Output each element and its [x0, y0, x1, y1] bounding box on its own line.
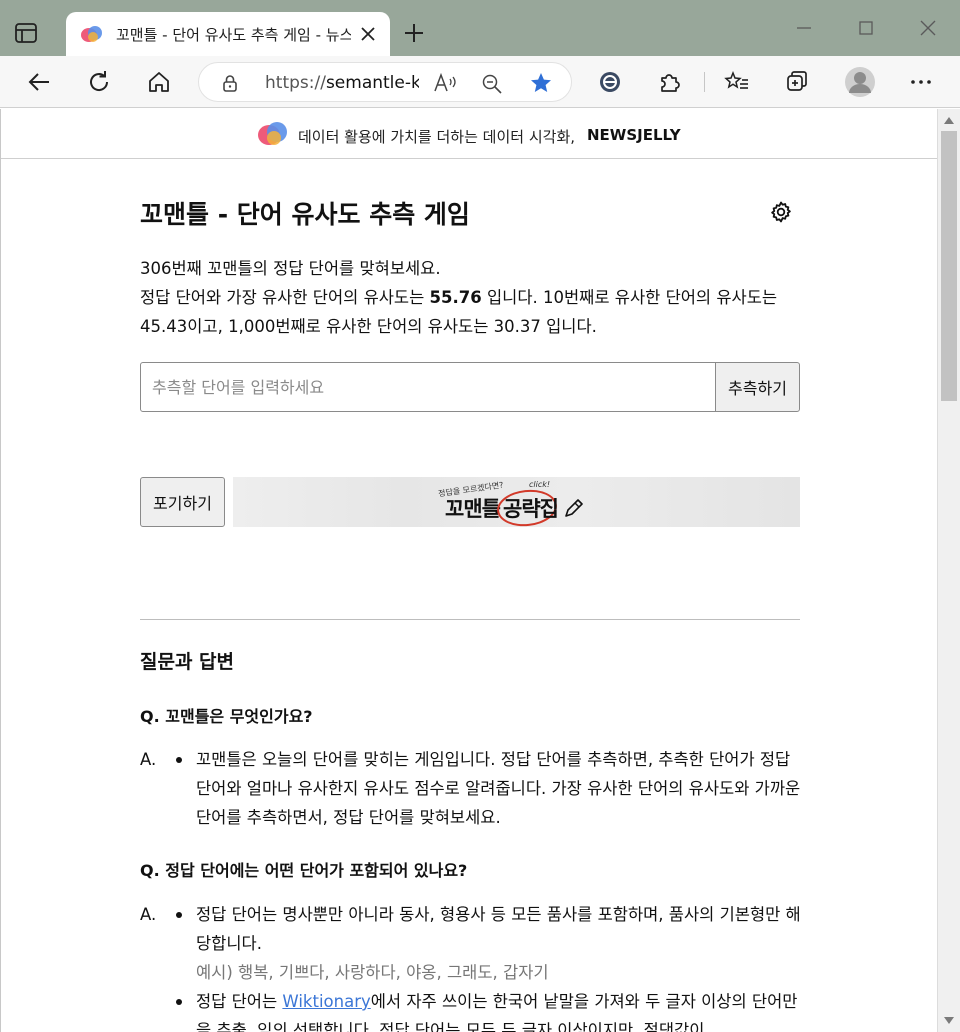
new-tab-plus-icon[interactable] — [402, 21, 426, 45]
ad-click-text: click! — [529, 480, 551, 489]
home-icon[interactable] — [146, 69, 172, 95]
page-title: 꼬맨틀 - 단어 유사도 추측 게임 — [140, 200, 470, 229]
give-up-button[interactable]: 포기하기 — [140, 477, 225, 527]
intro-line-2: 정답 단어와 가장 유사한 단어의 유사도는 55.76 입니다. 10번째로 … — [140, 283, 802, 341]
extension-e-icon[interactable] — [597, 69, 623, 95]
active-tab[interactable]: 꼬맨틀 - 단어 유사도 추측 게임 - 뉴스젤리 — [66, 12, 390, 56]
faq-heading: 질문과 답변 — [140, 651, 235, 673]
bullet-dot — [176, 999, 182, 1005]
url-scheme: https:// — [265, 73, 326, 93]
wiktionary-link[interactable]: Wiktionary — [282, 992, 370, 1011]
tab-title: 꼬맨틀 - 단어 유사도 추측 게임 - 뉴스젤리 — [116, 26, 351, 44]
ad-title-part2: 공략집 — [503, 497, 559, 521]
zoom-out-icon[interactable] — [481, 73, 503, 95]
section-divider — [140, 619, 800, 620]
newsjelly-banner[interactable]: 데이터 활용에 가치를 더하는 데이터 시각화, NEWSJELLY — [1, 109, 937, 159]
faq-answer-list-1: 꼬맨틀은 오늘의 단어를 맞히는 게임입니다. 정답 단어를 추측하면, 추측한… — [176, 745, 804, 832]
tab-bar: 꼬맨틀 - 단어 유사도 추측 게임 - 뉴스젤리 — [0, 0, 960, 56]
faq-answer-mark-1: A. — [140, 750, 157, 769]
favorites-list-icon[interactable] — [724, 69, 750, 95]
collections-icon[interactable] — [784, 69, 810, 95]
favorite-star-icon[interactable] — [529, 71, 553, 95]
faq-example-text: 예시) 행복, 기쁘다, 사랑하다, 야옹, 그래도, 갑자기 — [196, 963, 549, 982]
tab-actions-icon[interactable] — [14, 22, 38, 44]
settings-more-icon[interactable] — [908, 69, 934, 95]
intro-text: 306번째 꼬맨틀의 정답 단어를 맞혀보세요. 정답 단어와 가장 유사한 단… — [140, 254, 802, 341]
bullet-dot — [176, 757, 182, 763]
faq-answer-text-start: 정답 단어는 — [196, 992, 283, 1011]
newsjelly-favicon-icon — [81, 26, 102, 42]
address-bar[interactable]: https://semantle-ko.newsjelly.io — [198, 62, 572, 102]
back-arrow-icon[interactable] — [26, 69, 52, 95]
scroll-up-arrow-icon[interactable] — [944, 117, 954, 124]
top-similarity-value: 55.76 — [429, 288, 482, 307]
intro-line-2-start: 정답 단어와 가장 유사한 단어의 유사도는 — [140, 288, 430, 307]
pencil-icon — [565, 499, 583, 517]
strategy-guide-banner[interactable]: 정답을 모르겠다면? click! 꼬맨틀 공략집 — [233, 477, 800, 530]
toolbar-separator — [704, 72, 705, 92]
extensions-puzzle-icon[interactable] — [657, 69, 683, 95]
profile-avatar-icon[interactable] — [844, 66, 876, 98]
refresh-icon[interactable] — [86, 69, 112, 95]
list-item: 정답 단어는 명사뿐만 아니라 동사, 형용사 등 모든 품사를 포함하며, 품… — [176, 900, 804, 987]
list-item: 정답 단어는 Wiktionary에서 자주 쓰이는 한국어 낱말을 가져와 두… — [176, 987, 804, 1032]
intro-line-1: 306번째 꼬맨틀의 정답 단어를 맞혀보세요. — [140, 259, 441, 278]
banner-text: 데이터 활용에 가치를 더하는 데이터 시각화, — [298, 128, 576, 146]
scroll-down-arrow-icon[interactable] — [944, 1017, 954, 1024]
scrollbar-thumb[interactable] — [941, 131, 957, 401]
vertical-scrollbar[interactable] — [937, 109, 960, 1032]
guess-button[interactable]: 추측하기 — [715, 362, 800, 412]
bullet-dot — [176, 912, 182, 918]
settings-gear-icon[interactable] — [769, 200, 793, 224]
faq-question-2: Q. 정답 단어에는 어떤 단어가 포함되어 있나요? — [140, 861, 468, 880]
faq-answer-list-2: 정답 단어는 명사뿐만 아니라 동사, 형용사 등 모든 품사를 포함하며, 품… — [176, 900, 804, 1032]
faq-answer-mark-2: A. — [140, 905, 157, 924]
banner-brand: NEWSJELLY — [587, 126, 681, 144]
read-aloud-icon[interactable] — [433, 72, 457, 94]
lock-icon[interactable] — [221, 74, 239, 92]
tab-close-icon[interactable] — [358, 24, 378, 44]
url-host: semantle-ko.newsjelly.io — [325, 73, 419, 93]
list-item: 꼬맨틀은 오늘의 단어를 맞히는 게임입니다. 정답 단어를 추측하면, 추측한… — [176, 745, 804, 832]
window-minimize-icon[interactable] — [792, 16, 816, 40]
browser-toolbar: https://semantle-ko.newsjelly.io — [0, 56, 960, 108]
window-maximize-icon[interactable] — [854, 16, 878, 40]
web-page: 데이터 활용에 가치를 더하는 데이터 시각화, NEWSJELLY 꼬맨틀 -… — [0, 109, 937, 1032]
window-close-icon[interactable] — [916, 16, 940, 40]
faq-question-1: Q. 꼬맨틀은 무엇인가요? — [140, 707, 313, 726]
faq-answer-text: 꼬맨틀은 오늘의 단어를 맞히는 게임입니다. 정답 단어를 추측하면, 추측한… — [196, 750, 801, 827]
ad-title-part1: 꼬맨틀 — [445, 497, 501, 521]
guess-input[interactable] — [140, 362, 716, 412]
url-text[interactable]: https://semantle-ko.newsjelly.io — [265, 73, 419, 93]
newsjelly-logo-icon — [258, 122, 287, 145]
faq-answer-text: 정답 단어는 명사뿐만 아니라 동사, 형용사 등 모든 품사를 포함하며, 품… — [196, 905, 801, 953]
